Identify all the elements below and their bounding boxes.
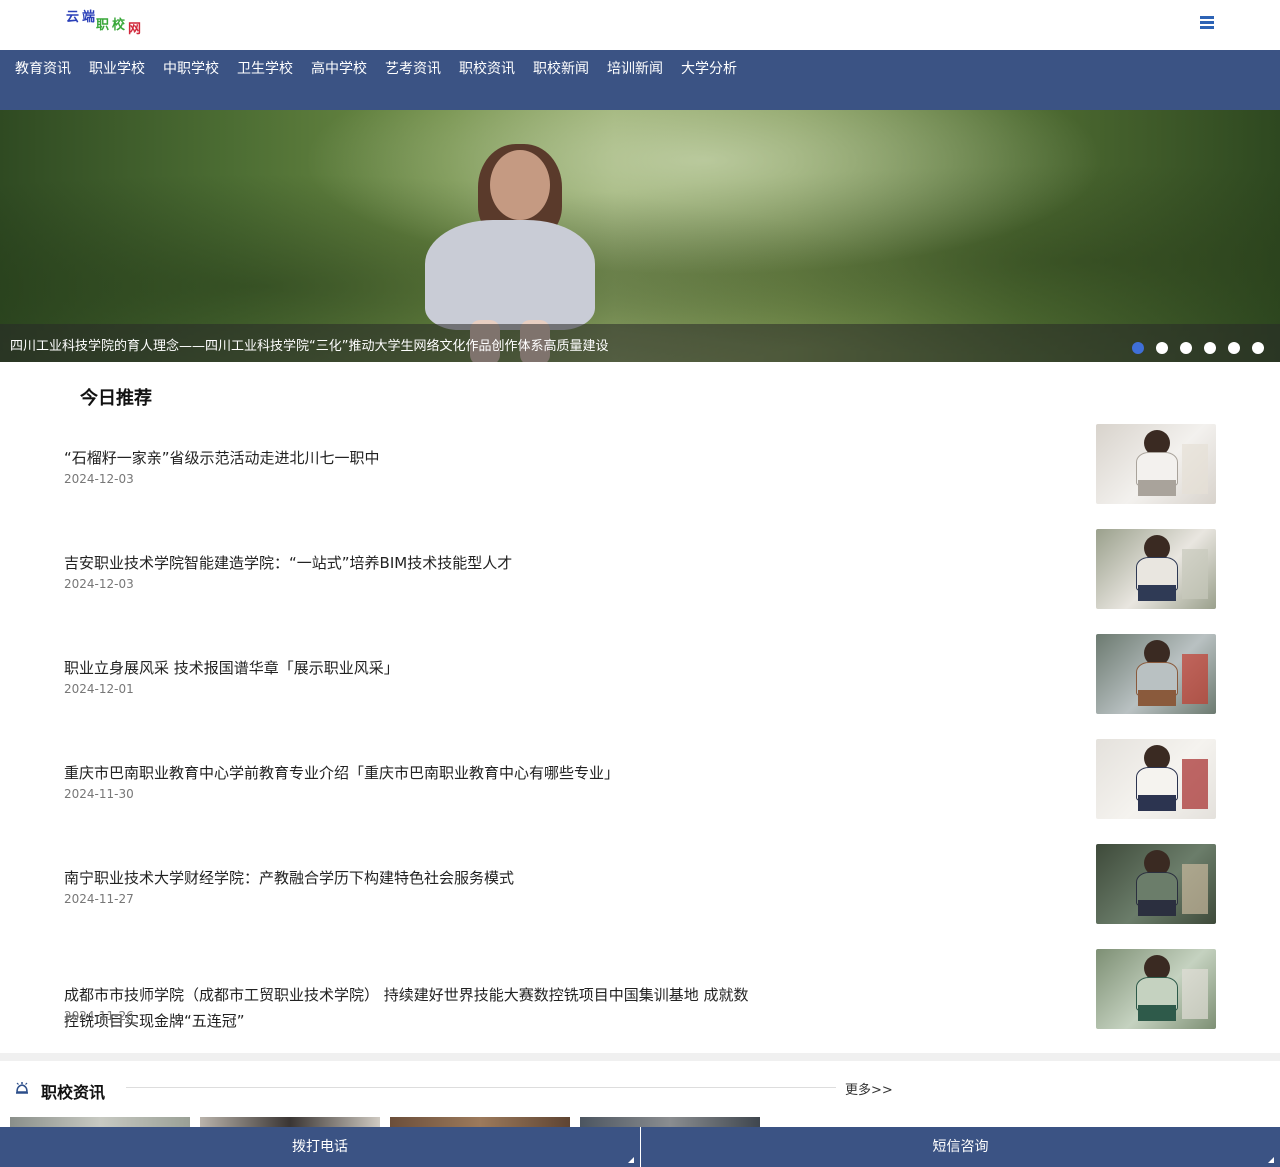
article-date: 2024-11-30 xyxy=(64,787,134,801)
nav-item[interactable]: 卫生学校 xyxy=(237,60,293,78)
list-item[interactable]: 成都市市技师学院（成都市工贸职业技术学院） 持续建好世界技能大赛数控铣项目中国集… xyxy=(0,949,1280,1030)
main-nav: 教育资讯 职业学校 中职学校 卫生学校 高中学校 艺考资讯 职校资讯 职校新闻 培训新闻 大学分析 xyxy=(0,50,1280,110)
article-thumbnail[interactable] xyxy=(1096,634,1216,714)
nav-item[interactable]: 艺考资讯 xyxy=(385,60,441,78)
list-item[interactable]: “石榴籽一家亲”省级示范活动走进北川七一职中 2024-12-03 xyxy=(0,424,1280,504)
section-title-today: 今日推荐 xyxy=(80,388,152,409)
nav-item[interactable]: 职校资讯 xyxy=(459,60,515,78)
section-divider xyxy=(0,1053,1280,1061)
logo-char-1: 云 xyxy=(66,10,80,25)
article-title[interactable]: 重庆市巴南职业教育中心学前教育专业介绍「重庆市巴南职业教育中心有哪些专业」 xyxy=(64,760,754,786)
logo-char-2: 端 xyxy=(82,10,96,25)
nav-item[interactable]: 培训新闻 xyxy=(607,60,663,78)
slider-dot[interactable] xyxy=(1204,342,1216,354)
article-thumbnail[interactable] xyxy=(1096,844,1216,924)
article-thumbnail[interactable] xyxy=(1096,739,1216,819)
article-title[interactable]: 职业立身展风采 技术报国谱华章「展示职业风采」 xyxy=(64,655,754,681)
more-link[interactable]: 更多>> xyxy=(845,1079,893,1098)
article-date: 2024-12-01 xyxy=(64,682,134,696)
slider-dot[interactable] xyxy=(1252,342,1264,354)
section-title-zhixiao: 职校资讯 xyxy=(41,1083,106,1102)
banner-caption[interactable]: 四川工业科技学院的育人理念——四川工业科技学院“三化”推动大学生网络文化作品创作… xyxy=(10,335,608,354)
slider-dots xyxy=(1120,342,1264,354)
article-date: 2024-12-03 xyxy=(64,577,134,591)
site-logo[interactable]: 云 端 职 校 网 xyxy=(66,4,146,38)
list-item[interactable]: 重庆市巴南职业教育中心学前教育专业介绍「重庆市巴南职业教育中心有哪些专业」 202… xyxy=(0,739,1280,819)
logo-char-5: 网 xyxy=(128,22,142,37)
slider-dot[interactable] xyxy=(1228,342,1240,354)
list-item[interactable]: 南宁职业技术大学财经学院：产教融合学历下构建特色社会服务模式 2024-11-27 xyxy=(0,844,1280,924)
nav-item[interactable]: 职业学校 xyxy=(89,60,145,78)
slider-dot[interactable] xyxy=(1156,342,1168,354)
zhixiao-section-header: 职校资讯 更多>> xyxy=(0,1061,1280,1117)
call-button-label: 拨打电话 xyxy=(292,1139,348,1155)
hamburger-menu-icon[interactable] xyxy=(1200,14,1216,34)
nav-item[interactable]: 大学分析 xyxy=(681,60,737,78)
slider-dot[interactable] xyxy=(1180,342,1192,354)
nav-item[interactable]: 中职学校 xyxy=(163,60,219,78)
article-title[interactable]: “石榴籽一家亲”省级示范活动走进北川七一职中 xyxy=(64,445,754,471)
nav-item[interactable]: 教育资讯 xyxy=(15,60,71,78)
article-thumbnail[interactable] xyxy=(1096,949,1216,1029)
section-line xyxy=(126,1087,836,1088)
article-title[interactable]: 南宁职业技术大学财经学院：产教融合学历下构建特色社会服务模式 xyxy=(64,865,754,891)
sms-button-label: 短信咨询 xyxy=(932,1139,989,1155)
call-button[interactable]: 拨打电话 xyxy=(0,1127,640,1167)
nav-item[interactable]: 职校新闻 xyxy=(533,60,589,78)
list-item[interactable]: 职业立身展风采 技术报国谱华章「展示职业风采」 2024-12-01 xyxy=(0,634,1280,714)
bell-icon xyxy=(16,1082,28,1094)
logo-char-3: 职 xyxy=(96,18,110,33)
list-item[interactable]: 吉安职业技术学院智能建造学院：“一站式”培养BIM技术技能型人才 2024-12-… xyxy=(0,529,1280,609)
article-date: 2024-11-27 xyxy=(64,892,134,906)
slider-dot[interactable] xyxy=(1132,342,1144,354)
article-thumbnail[interactable] xyxy=(1096,529,1216,609)
bottom-action-bar: 拨打电话 短信咨询 xyxy=(0,1127,1280,1167)
article-title[interactable]: 吉安职业技术学院智能建造学院：“一站式”培养BIM技术技能型人才 xyxy=(64,550,754,576)
article-date: 2024-12-03 xyxy=(64,472,134,486)
logo-char-4: 校 xyxy=(112,18,126,33)
sms-button[interactable]: 短信咨询 xyxy=(641,1127,1280,1167)
article-date: 2024-11-26 xyxy=(64,1009,134,1023)
article-title[interactable]: 成都市市技师学院（成都市工贸职业技术学院） 持续建好世界技能大赛数控铣项目中国集… xyxy=(64,982,754,1034)
banner-caption-bar: 四川工业科技学院的育人理念——四川工业科技学院“三化”推动大学生网络文化作品创作… xyxy=(0,324,1280,362)
site-header: 云 端 职 校 网 xyxy=(0,0,1280,50)
nav-item[interactable]: 高中学校 xyxy=(311,60,367,78)
article-thumbnail[interactable] xyxy=(1096,424,1216,504)
banner-slider[interactable]: 四川工业科技学院的育人理念——四川工业科技学院“三化”推动大学生网络文化作品创作… xyxy=(0,110,1280,362)
